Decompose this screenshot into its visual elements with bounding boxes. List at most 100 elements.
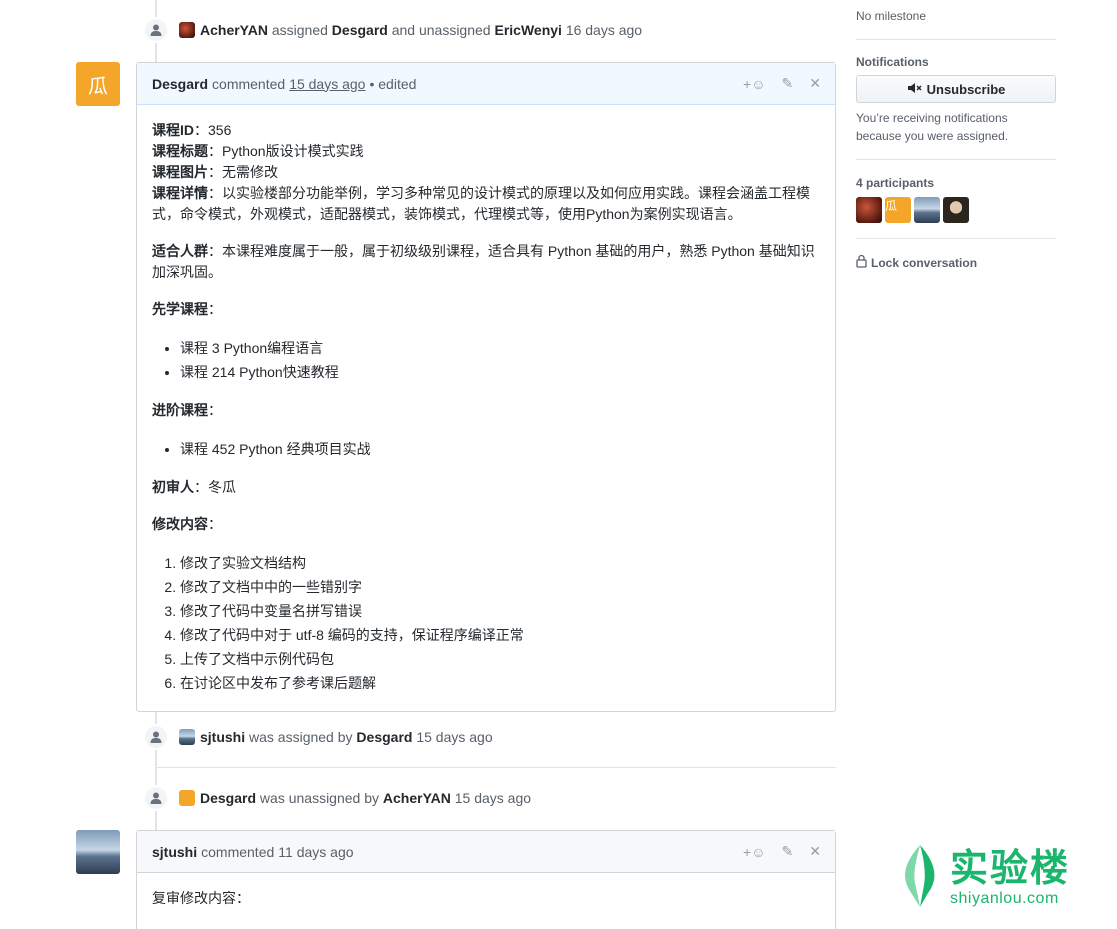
leaf-logo-icon: [898, 843, 942, 912]
comment-action: commented: [212, 75, 286, 92]
sidebar: No milestone Notifications Unsubscribe Y…: [856, 6, 1056, 271]
list-item: 课程 452 Python 经典项目实战: [180, 437, 820, 461]
mute-icon: [907, 82, 923, 97]
prereq-list: 课程 3 Python编程语言 课程 214 Python快速教程: [180, 336, 820, 384]
field-value: ：本课程难度属于一般，属于初级级别课程，适合具有 Python 基础的用户，熟悉…: [152, 243, 815, 280]
avatar[interactable]: [76, 830, 120, 874]
changes-list: 修改了实验文档结构 修改了文档中中的一些错别字 修改了代码中变量名拼写错误 修改…: [180, 551, 820, 695]
course-info: 课程ID：356 课程标题：Python版设计模式实践 课程图片：无需修改 课程…: [152, 120, 820, 225]
event-target-link[interactable]: Desgard: [332, 22, 388, 38]
advanced-heading: 进阶课程：: [152, 400, 820, 421]
notifications-heading: Notifications: [856, 55, 929, 69]
event-actor-link[interactable]: sjtushi: [200, 729, 245, 745]
audience-paragraph: 适合人群：本课程难度属于一般，属于初级级别课程，适合具有 Python 基础的用…: [152, 241, 820, 283]
event-actor-link[interactable]: AcherYAN: [200, 22, 268, 38]
avatar[interactable]: 瓜: [76, 62, 120, 106]
comment-header: sjtushi commented 11 days ago +☺ ✎ ✕: [137, 831, 835, 873]
comment: sjtushi commented 11 days ago +☺ ✎ ✕ 复审修…: [136, 830, 836, 929]
event-verb: and unassigned: [391, 22, 491, 38]
event-verb: assigned: [271, 22, 328, 38]
avatar[interactable]: [179, 790, 195, 806]
avatar-glyph: 瓜: [88, 73, 108, 98]
comment-author-link[interactable]: sjtushi: [152, 844, 197, 860]
avatar[interactable]: [179, 22, 195, 38]
comment-actions: +☺ ✎ ✕: [743, 843, 821, 860]
participant-avatar[interactable]: [856, 197, 882, 223]
field-label: 先学课程: [152, 301, 208, 317]
comment-body: 复审修改内容：: [137, 873, 835, 929]
field-label: 进阶课程: [152, 402, 208, 418]
event-target-link[interactable]: Desgard: [356, 729, 412, 745]
unsubscribe-button[interactable]: Unsubscribe: [856, 75, 1056, 103]
list-item: 在讨论区中发布了参考课后题解: [180, 671, 820, 695]
event-actor-link[interactable]: Desgard: [200, 790, 256, 806]
field-label: 课程详情: [152, 185, 208, 201]
colon: ：: [208, 402, 222, 418]
participants-list: 瓜: [856, 197, 1056, 223]
list-item: 修改了实验文档结构: [180, 551, 820, 575]
list-item: 课程 3 Python编程语言: [180, 336, 820, 360]
participant-avatar[interactable]: [914, 197, 940, 223]
comment-author-link[interactable]: Desgard: [152, 76, 208, 92]
participant-avatar[interactable]: [943, 197, 969, 223]
unsubscribe-label: Unsubscribe: [926, 81, 1006, 97]
list-item: 修改了代码中对于 utf-8 编码的支持，保证程序编译正常: [180, 623, 820, 647]
comment-header: Desgard commented 15 days ago • edited +…: [137, 63, 835, 105]
watermark-en: shiyanlou.com: [950, 889, 1059, 907]
comment-time-link[interactable]: 11 days ago: [278, 844, 353, 860]
lock-label: Lock conversation: [871, 255, 978, 270]
pencil-icon[interactable]: ✎: [782, 75, 794, 92]
event-verb: was unassigned by: [259, 790, 379, 806]
list-item: 修改了文档中中的一些错别字: [180, 575, 820, 599]
comment-action: commented: [201, 843, 275, 860]
reviewer-paragraph: 初审人：冬瓜: [152, 477, 820, 498]
person-icon: [143, 724, 169, 750]
advanced-list: 课程 452 Python 经典项目实战: [180, 437, 820, 461]
field-label: 修改内容: [152, 516, 208, 532]
comment-time-link[interactable]: 15 days ago: [289, 76, 365, 92]
divider: [156, 767, 836, 768]
participants-heading: 4 participants: [856, 176, 935, 190]
comment-body: 课程ID：356 课程标题：Python版设计模式实践 课程图片：无需修改 课程…: [137, 105, 835, 711]
field-value: ：以实验楼部分功能举例，学习多种常见的设计模式的原理以及如何应用实践。课程会涵盖…: [152, 185, 810, 222]
edited-label[interactable]: • edited: [369, 76, 416, 92]
milestone-value: No milestone: [856, 9, 927, 23]
field-label: 初审人: [152, 479, 194, 495]
pencil-icon[interactable]: ✎: [782, 843, 794, 860]
list-item: 课程 214 Python快速教程: [180, 360, 820, 384]
event-time[interactable]: 15 days ago: [455, 790, 531, 806]
event-time[interactable]: 16 days ago: [566, 22, 642, 38]
field-label: 课程标题: [152, 143, 208, 159]
watermark-cn: 实验楼: [950, 847, 1071, 890]
field-value: ：356: [194, 122, 232, 138]
colon: ：: [208, 516, 222, 532]
shiyanlou-watermark: 实验楼 shiyanlou.com: [898, 843, 1070, 912]
avatar[interactable]: [179, 729, 195, 745]
lock-conversation-link[interactable]: Lock conversation: [856, 254, 1056, 271]
notification-reason: You’re receiving notifications because y…: [856, 111, 1009, 143]
field-label: 适合人群: [152, 243, 208, 259]
add-reaction-icon[interactable]: +☺: [743, 844, 765, 860]
comment-actions: +☺ ✎ ✕: [743, 75, 821, 92]
prereq-heading: 先学课程：: [152, 299, 820, 320]
person-icon: [143, 785, 169, 811]
field-value: ：冬瓜: [194, 479, 236, 495]
person-icon: [143, 17, 169, 43]
colon: ：: [208, 301, 222, 317]
avatar-glyph: 瓜: [885, 199, 898, 213]
lock-icon: [856, 254, 867, 271]
event-verb: was assigned by: [249, 729, 353, 745]
participant-avatar[interactable]: 瓜: [885, 197, 911, 223]
event-target-link[interactable]: AcherYAN: [383, 790, 451, 806]
divider: [856, 159, 1056, 160]
event-time[interactable]: 15 days ago: [416, 729, 492, 745]
field-label: 课程图片: [152, 164, 208, 180]
timeline-event-assigned: sjtushi was assigned by Desgard 15 days …: [143, 723, 493, 751]
comment: Desgard commented 15 days ago • edited +…: [136, 62, 836, 712]
close-icon[interactable]: ✕: [809, 843, 821, 860]
close-icon[interactable]: ✕: [809, 75, 821, 92]
event-target-link[interactable]: EricWenyi: [494, 22, 561, 38]
field-value: ：Python版设计模式实践: [208, 143, 364, 159]
add-reaction-icon[interactable]: +☺: [743, 76, 765, 92]
divider: [856, 39, 1056, 40]
